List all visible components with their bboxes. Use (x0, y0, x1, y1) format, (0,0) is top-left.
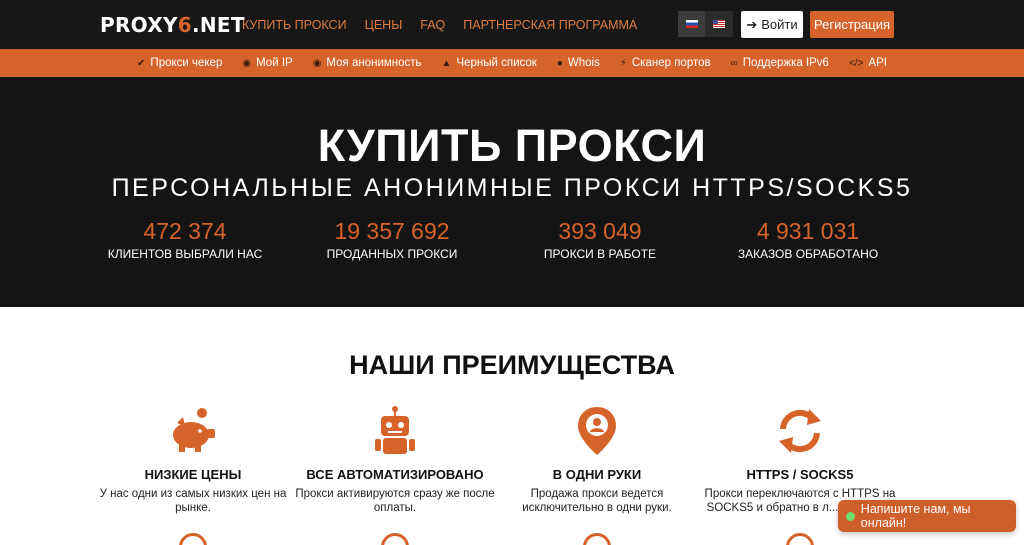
logo-prefix: PROXY (100, 13, 178, 37)
advantages-title: НАШИ ПРЕИМУЩЕСТВА (349, 350, 675, 380)
nav-buy-proxy[interactable]: КУПИТЬ ПРОКСИ (242, 18, 347, 32)
feature-desc: Продажа прокси ведется исключительно в о… (522, 488, 672, 514)
chat-widget-button[interactable]: Напишите нам, мы онлайн! (838, 500, 1016, 532)
stat-label: ПРОДАННЫХ ПРОКСИ (326, 247, 458, 261)
stat-orders: 4 931 031 ЗАКАЗОВ ОБРАБОТАНО (708, 217, 908, 261)
register-button[interactable]: Регистрация (810, 11, 894, 38)
feature-desc: У нас одни из самых низких цен на рынке. (99, 488, 287, 514)
stat-label: КЛИЕНТОВ ВЫБРАЛИ НАС (107, 247, 263, 261)
feature-https-socks5: HTTPS / SOCKS5 Прокси переключаются с HT… (700, 405, 900, 515)
piggy-bank-icon (173, 408, 215, 452)
stat-value: 19 357 692 (334, 218, 450, 244)
tool-label: API (868, 57, 887, 69)
feature-title: ВСЕ АВТОМАТИЗИРОВАНО (306, 467, 484, 482)
globe-icon: ● (556, 57, 563, 69)
tool-ipv6-support[interactable]: ∞ Поддержка IPv6 (731, 57, 829, 69)
feature-low-prices: НИЗКИЕ ЦЕНЫ У нас одни из самых низких ц… (93, 405, 293, 515)
logo[interactable]: PROXY6.NET (100, 13, 245, 37)
login-button[interactable]: ➔ Войти (741, 11, 803, 38)
online-status-dot (846, 511, 855, 521)
tool-whois[interactable]: ● Whois (557, 57, 600, 69)
hero-subtitle: ПЕРСОНАЛЬНЫЕ АНОНИМНЫЕ ПРОКСИ HTTPS/SOCK… (111, 174, 913, 202)
feature-desc: Прокси активируются сразу же после оплат… (295, 488, 495, 514)
user-pin-icon (578, 407, 616, 455)
next-row-icon (380, 533, 410, 545)
login-label: Войти (761, 17, 798, 32)
nav-partner-program[interactable]: ПАРТНЕРСКАЯ ПРОГРАММА (463, 18, 637, 32)
stat-label: ПРОКСИ В РАБОТЕ (543, 247, 657, 261)
tool-label: Черный список (456, 57, 537, 69)
us-flag-icon (712, 20, 725, 28)
nav-prices[interactable]: ЦЕНЫ (365, 18, 403, 32)
tool-label: Сканер портов (631, 57, 711, 69)
hero-section: КУПИТЬ ПРОКСИ ПЕРСОНАЛЬНЫЕ АНОНИМНЫЕ ПРО… (0, 77, 1024, 307)
tool-label: Whois (567, 57, 600, 69)
tool-api[interactable]: </> API (849, 57, 887, 69)
next-row-icon (582, 533, 612, 545)
nav-faq[interactable]: FAQ (420, 18, 445, 32)
tool-my-anonymity[interactable]: ◉ Моя анонимность (313, 57, 422, 69)
tool-label: Мой IP (256, 57, 293, 69)
refresh-arrows-icon (779, 409, 821, 453)
feature-automation: ВСЕ АВТОМАТИЗИРОВАНО Прокси активируются… (295, 405, 495, 515)
login-icon: ➔ (746, 16, 758, 32)
ru-flag-icon (685, 20, 698, 28)
feature-title: HTTPS / SOCKS5 (746, 467, 854, 482)
tool-label: Поддержка IPv6 (742, 57, 829, 69)
language-switcher (678, 11, 733, 37)
lang-en-button[interactable] (705, 11, 732, 37)
next-row-icon (178, 533, 208, 545)
tool-blacklist[interactable]: ▲ Черный список (442, 57, 537, 69)
main-nav: КУПИТЬ ПРОКСИ ЦЕНЫ FAQ ПАРТНЕРСКАЯ ПРОГР… (242, 18, 637, 32)
stat-value: 393 049 (558, 218, 642, 244)
lang-ru-button[interactable] (678, 11, 705, 37)
tool-label: Прокси чекер (150, 57, 223, 69)
stat-active-proxies: 393 049 ПРОКСИ В РАБОТЕ (500, 217, 700, 261)
stat-sold-proxies: 19 357 692 ПРОДАННЫХ ПРОКСИ (292, 217, 492, 261)
tool-label: Моя анонимность (326, 57, 422, 69)
next-row-icon (785, 533, 815, 545)
code-icon: </> (848, 57, 864, 69)
stat-value: 4 931 031 (756, 218, 860, 244)
tool-my-ip[interactable]: ◉ Мой IP (242, 57, 292, 69)
tool-proxy-checker[interactable]: ✔ Прокси чекер (137, 57, 222, 69)
logo-suffix: .NET (191, 13, 245, 37)
feature-title: В ОДНИ РУКИ (552, 467, 642, 482)
link-icon: ∞ (730, 57, 738, 69)
hero-title: КУПИТЬ ПРОКСИ (317, 120, 707, 171)
stat-value: 472 374 (143, 218, 227, 244)
tools-bar: ✔ Прокси чекер ◉ Мой IP ◉ Моя анонимность ▲… (0, 49, 1024, 77)
chat-label: Напишите нам, мы онлайн! (860, 502, 971, 530)
feature-title: НИЗКИЕ ЦЕНЫ (144, 467, 242, 482)
tool-port-scanner[interactable]: ⚡ Сканер портов (620, 57, 711, 69)
eye-icon: ◉ (312, 57, 322, 69)
stat-label: ЗАКАЗОВ ОБРАБОТАНО (737, 247, 879, 261)
feature-single-hands: В ОДНИ РУКИ Продажа прокси ведется исклю… (497, 405, 697, 515)
warning-icon: ▲ (441, 57, 452, 69)
logo-digit: 6 (177, 13, 192, 37)
map-pin-icon: ◉ (242, 57, 252, 69)
stat-clients: 472 374 КЛИЕНТОВ ВЫБРАЛИ НАС (85, 217, 285, 261)
plug-icon: ⚡ (619, 57, 627, 69)
robot-icon (375, 406, 415, 454)
check-circle-icon: ✔ (137, 57, 146, 69)
top-navbar: PROXY6.NET КУПИТЬ ПРОКСИ ЦЕНЫ FAQ ПАРТНЕ… (0, 0, 1024, 49)
